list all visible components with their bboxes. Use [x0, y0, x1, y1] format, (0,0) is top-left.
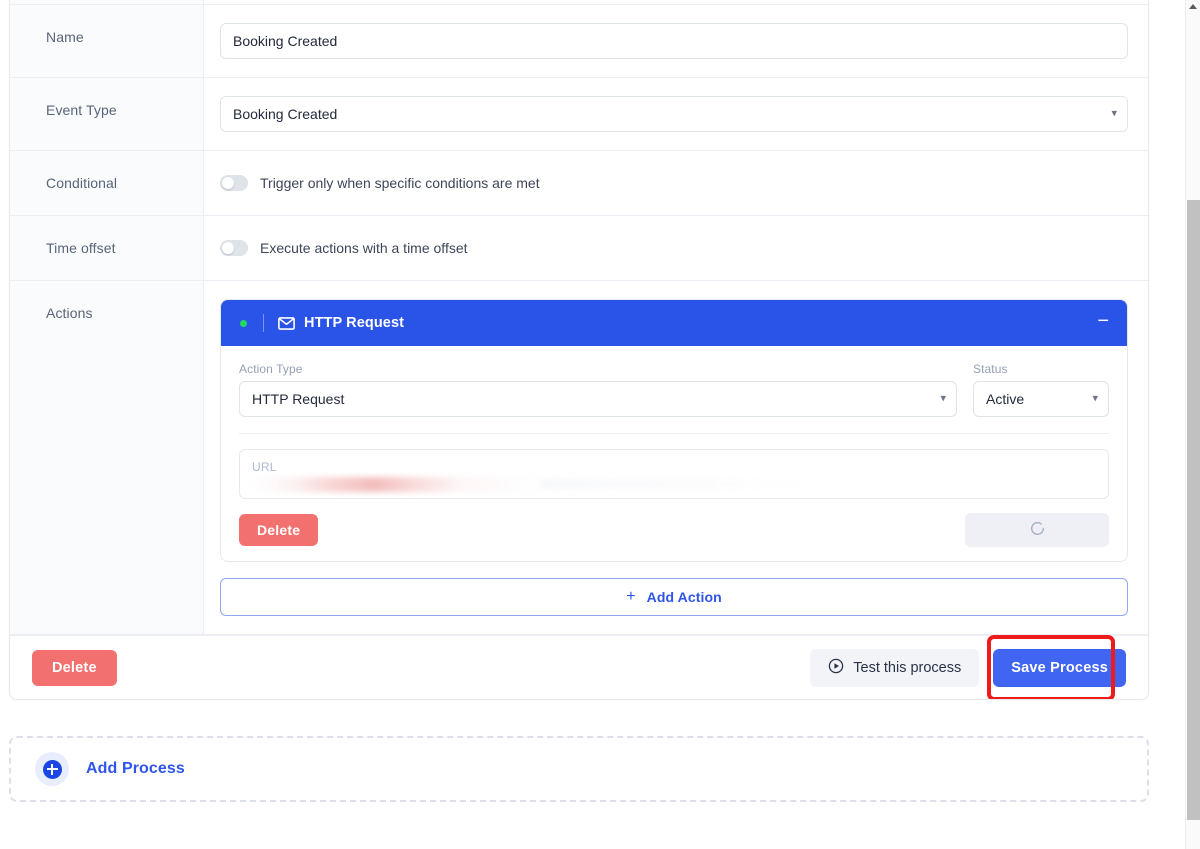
- time-offset-toggle-label: Execute actions with a time offset: [260, 240, 468, 256]
- vertical-scrollbar[interactable]: [1185, 0, 1200, 849]
- url-redacted-value: [252, 477, 542, 492]
- label-time-offset: Time offset: [10, 216, 204, 280]
- delete-process-button[interactable]: Delete: [32, 649, 117, 686]
- field-body-name: [204, 5, 1148, 77]
- field-body-time-offset: Execute actions with a time offset: [204, 216, 1148, 280]
- row-stub-body: [204, 0, 1148, 4]
- plus-circle-icon: [35, 752, 69, 786]
- name-input[interactable]: [220, 23, 1128, 59]
- header-divider: [263, 314, 264, 332]
- add-action-label: Add Action: [646, 589, 722, 605]
- action-card-header[interactable]: HTTP Request −: [221, 300, 1127, 346]
- save-process-wrapper: Save Process: [979, 634, 1126, 699]
- form-row-event-type: Event Type Booking Created ▾: [10, 78, 1148, 151]
- page-root: Name Event Type Booking Created ▾ Condit…: [0, 0, 1200, 849]
- label-name: Name: [10, 5, 204, 77]
- field-body-event-type: Booking Created ▾: [204, 78, 1148, 150]
- action-footer: Delete: [239, 513, 1109, 547]
- form-row-actions: Actions HTTP Request − Action Type HTTP …: [10, 281, 1148, 635]
- status-dot-icon: [240, 319, 247, 327]
- conditional-toggle-label: Trigger only when specific conditions ar…: [260, 175, 540, 191]
- url-label: URL: [252, 460, 277, 474]
- collapse-icon[interactable]: −: [1095, 311, 1111, 335]
- url-redacted-value-tail: [540, 479, 820, 489]
- status-select[interactable]: Active: [973, 381, 1109, 417]
- loading-button: [965, 513, 1109, 547]
- process-card-footer: Delete Test this process Save Process: [10, 634, 1148, 699]
- form-row-time-offset: Time offset Execute actions with a time …: [10, 216, 1148, 281]
- time-offset-toggle-line: Execute actions with a time offset: [220, 240, 468, 256]
- action-type-label: Action Type: [239, 362, 303, 376]
- action-card-body: Action Type HTTP Request ▾ Status Active…: [221, 346, 1127, 561]
- action-type-field: Action Type HTTP Request ▾: [239, 362, 957, 417]
- action-card-http-request: HTTP Request − Action Type HTTP Request …: [220, 299, 1128, 562]
- event-type-select[interactable]: Booking Created: [220, 96, 1128, 132]
- row-stub-label: [10, 0, 204, 4]
- test-process-button[interactable]: Test this process: [810, 648, 980, 687]
- add-process-button[interactable]: Add Process: [9, 736, 1149, 802]
- label-actions: Actions: [10, 281, 204, 634]
- play-circle-icon: [828, 658, 844, 678]
- delete-action-button[interactable]: Delete: [239, 514, 319, 546]
- field-body-conditional: Trigger only when specific conditions ar…: [204, 151, 1148, 215]
- action-field-grid: Action Type HTTP Request ▾ Status Active…: [239, 362, 1109, 417]
- envelope-icon: [278, 316, 295, 330]
- form-row-name: Name: [10, 5, 1148, 78]
- plus-circle-inner: [42, 759, 62, 779]
- actions-body: HTTP Request − Action Type HTTP Request …: [204, 281, 1148, 634]
- spinner-icon: [1029, 520, 1046, 540]
- save-process-button[interactable]: Save Process: [993, 648, 1126, 687]
- scroll-up-arrow-icon[interactable]: [1189, 4, 1197, 9]
- add-process-label: Add Process: [86, 760, 185, 777]
- label-event-type: Event Type: [10, 78, 204, 150]
- status-select-wrap[interactable]: Active ▾: [973, 381, 1109, 417]
- test-process-label: Test this process: [853, 659, 962, 676]
- event-type-select-wrap[interactable]: Booking Created ▾: [220, 96, 1128, 132]
- conditional-toggle[interactable]: [220, 175, 248, 191]
- label-conditional: Conditional: [10, 151, 204, 215]
- add-action-button[interactable]: + Add Action: [220, 578, 1128, 616]
- status-field: Status Active ▾: [973, 362, 1109, 417]
- scrollbar-thumb[interactable]: [1187, 200, 1200, 820]
- scroll-viewport[interactable]: Name Event Type Booking Created ▾ Condit…: [0, 0, 1185, 849]
- form-row-conditional: Conditional Trigger only when specific c…: [10, 151, 1148, 216]
- status-label: Status: [973, 362, 1008, 376]
- action-card-title: HTTP Request: [304, 315, 405, 331]
- url-field[interactable]: URL: [239, 449, 1109, 499]
- action-divider: [239, 433, 1109, 434]
- time-offset-toggle[interactable]: [220, 240, 248, 256]
- conditional-toggle-line: Trigger only when specific conditions ar…: [220, 175, 540, 191]
- process-card: Name Event Type Booking Created ▾ Condit…: [9, 0, 1149, 700]
- action-type-select[interactable]: HTTP Request: [239, 381, 957, 417]
- footer-actions: Test this process Save Process: [810, 634, 1126, 699]
- plus-icon: +: [626, 588, 636, 605]
- action-type-select-wrap[interactable]: HTTP Request ▾: [239, 381, 957, 417]
